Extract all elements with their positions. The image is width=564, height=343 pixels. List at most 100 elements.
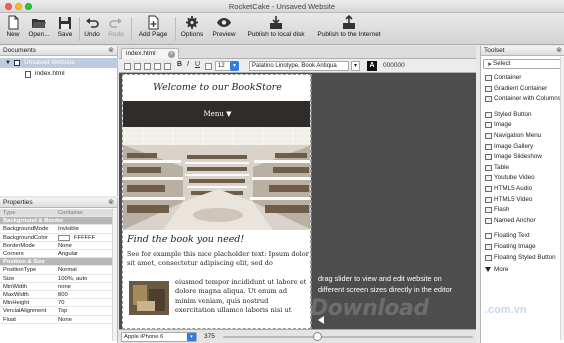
tab-close-icon[interactable]: × <box>168 51 175 58</box>
tool-floating-image[interactable]: Floating Image <box>481 242 564 252</box>
property-row[interactable]: Size 100%, auto <box>0 275 112 283</box>
property-row[interactable]: Float None <box>0 316 112 324</box>
property-value[interactable]: None <box>58 316 72 324</box>
window-maximize-button[interactable] <box>25 3 32 10</box>
property-section-label: Position & Size <box>3 259 45 266</box>
font-size-field[interactable]: 12 <box>215 61 231 71</box>
expand-arrow-icon[interactable]: ▼ <box>5 58 11 68</box>
property-value[interactable]: 100%, auto <box>58 275 87 283</box>
new-button[interactable]: New <box>3 15 23 43</box>
tool-container-with-columns[interactable]: Container with Columns <box>481 94 564 104</box>
preview-button[interactable]: Preview <box>209 15 239 43</box>
close-panel-icon[interactable]: ⊗ <box>108 198 114 208</box>
open-button[interactable]: Open... <box>25 15 53 43</box>
viewport-width-slider[interactable] <box>223 336 473 338</box>
property-row[interactable]: MinWidth none <box>0 283 112 291</box>
viewport-slider-knob[interactable] <box>313 332 322 341</box>
property-row[interactable]: BorderMode None <box>0 242 112 250</box>
close-panel-icon[interactable]: ⊗ <box>108 46 114 56</box>
property-value[interactable]: Angular <box>58 250 78 258</box>
publish-local-button[interactable]: Publish to local disk <box>242 15 310 43</box>
window-close-button[interactable] <box>5 3 12 10</box>
property-row[interactable]: MaxWidth 800 <box>0 291 112 300</box>
tree-item-index-page[interactable]: index.html <box>0 69 118 79</box>
book-thumbnail-image[interactable] <box>129 281 169 315</box>
property-row[interactable]: BackgroundColor FFFFFF <box>0 234 112 242</box>
tool-image[interactable]: Image <box>481 120 564 130</box>
tool-html5-audio[interactable]: HTML5 Audio <box>481 184 564 194</box>
tree-item-website[interactable]: ▼ Unsaved Website <box>0 58 118 68</box>
align-justify-icon[interactable] <box>154 63 161 70</box>
bookstore-hero-image[interactable] <box>123 127 310 230</box>
device-dropdown-icon[interactable]: ▾ <box>187 333 196 341</box>
property-value[interactable]: none <box>58 283 71 291</box>
property-value[interactable]: 800 <box>58 291 68 299</box>
property-value[interactable]: FFFFFF <box>74 234 95 242</box>
window-minimize-button[interactable] <box>15 3 22 10</box>
italic-icon[interactable]: I <box>187 61 189 68</box>
bold-icon[interactable]: B <box>177 61 182 68</box>
property-row[interactable]: MinHeight 70 <box>0 299 112 308</box>
tool-gradient-container[interactable]: Gradient Container <box>481 84 564 94</box>
property-section-header[interactable]: Position & Size <box>0 258 112 267</box>
tool-table[interactable]: Table <box>481 163 564 173</box>
align-left-icon[interactable] <box>124 63 131 70</box>
underline-icon[interactable]: U <box>195 61 200 68</box>
tool-navigation-menu[interactable]: Navigation Menu <box>481 131 564 141</box>
property-value[interactable]: Top <box>58 307 67 315</box>
tool-html5-video[interactable]: HTML5 Video <box>481 195 564 205</box>
align-right-icon[interactable] <box>144 63 151 70</box>
tool-image-slideshow[interactable]: Image Slideshow <box>481 152 564 162</box>
toolset-scrollbar[interactable] <box>560 57 564 340</box>
tool-flash[interactable]: Flash <box>481 205 564 215</box>
property-value[interactable]: None <box>58 242 72 250</box>
properties-scrollbar[interactable] <box>112 209 117 341</box>
save-button[interactable]: Save <box>55 15 75 43</box>
select-tool-label: Select <box>493 60 511 67</box>
page-subheading[interactable]: Find the book you need! <box>127 234 244 245</box>
select-tool-button[interactable]: ➤ Select <box>483 59 561 69</box>
tool-floating-text[interactable]: Floating Text <box>481 231 564 241</box>
tool-styled-button[interactable]: Styled Button <box>481 110 564 120</box>
options-button[interactable]: Options <box>178 15 206 43</box>
property-row[interactable]: BackgroundMode Invisible <box>0 225 112 234</box>
property-value[interactable]: Normal <box>58 266 77 274</box>
font-size-dropdown-icon[interactable]: ▾ <box>230 61 239 71</box>
editor-bottom-bar: Apple iPhone 6 ▾ 375 <box>119 329 476 343</box>
tool-named-anchor[interactable]: Named Anchor <box>481 216 564 226</box>
toolbar-separator <box>79 17 80 41</box>
link-icon[interactable] <box>205 63 212 70</box>
navigation-menu[interactable]: Menu ▼ <box>123 101 310 127</box>
property-value[interactable]: Invisible <box>58 225 79 233</box>
tool-image-gallery[interactable]: Image Gallery <box>481 142 564 152</box>
page-heading[interactable]: Welcome to our BookStore <box>123 75 310 101</box>
new-button-label: New <box>6 31 20 38</box>
text-color-icon[interactable]: A <box>367 61 377 71</box>
tool-youtube-video[interactable]: Youtube Video <box>481 173 564 183</box>
close-panel-icon[interactable]: ⊗ <box>556 46 562 56</box>
property-row[interactable]: VercialAlignment Top <box>0 307 112 316</box>
publish-internet-icon <box>343 15 355 29</box>
property-section-header[interactable]: Background & Border <box>0 217 112 226</box>
property-value[interactable]: 70 <box>58 299 64 307</box>
page-paragraph-2[interactable]: eiusmod tempor incididunt ut labore et d… <box>175 278 309 315</box>
property-row[interactable]: PositionType Normal <box>0 266 112 275</box>
tool-container[interactable]: Container <box>481 73 564 83</box>
text-color-value[interactable]: 000000 <box>383 62 405 69</box>
align-center-icon[interactable] <box>134 63 141 70</box>
tool-floating-styled-button[interactable]: Floating Styled Button <box>481 253 564 263</box>
add-page-button[interactable]: Add Page <box>135 15 171 43</box>
tool-more[interactable]: More <box>481 265 564 275</box>
undo-button[interactable]: Undo <box>82 15 102 43</box>
device-select[interactable]: Apple iPhone 6 ▾ <box>121 332 197 342</box>
tab-index-html[interactable]: index.html × <box>121 48 179 59</box>
font-family-field[interactable]: Palatino Linotype, Book Antiqua <box>249 61 349 71</box>
redo-button[interactable]: Redo <box>106 15 126 43</box>
color-swatch[interactable] <box>58 234 70 241</box>
font-dropdown-icon[interactable]: ▾ <box>351 61 360 71</box>
publish-internet-button[interactable]: Publish to the Internet <box>313 15 385 43</box>
list-icon[interactable] <box>164 63 171 70</box>
property-row[interactable]: Corners Angular <box>0 250 112 259</box>
page-canvas[interactable]: Welcome to our BookStore Menu ▼ Find the… <box>122 74 311 329</box>
page-paragraph[interactable]: See for example this nice placholder tex… <box>127 250 309 269</box>
